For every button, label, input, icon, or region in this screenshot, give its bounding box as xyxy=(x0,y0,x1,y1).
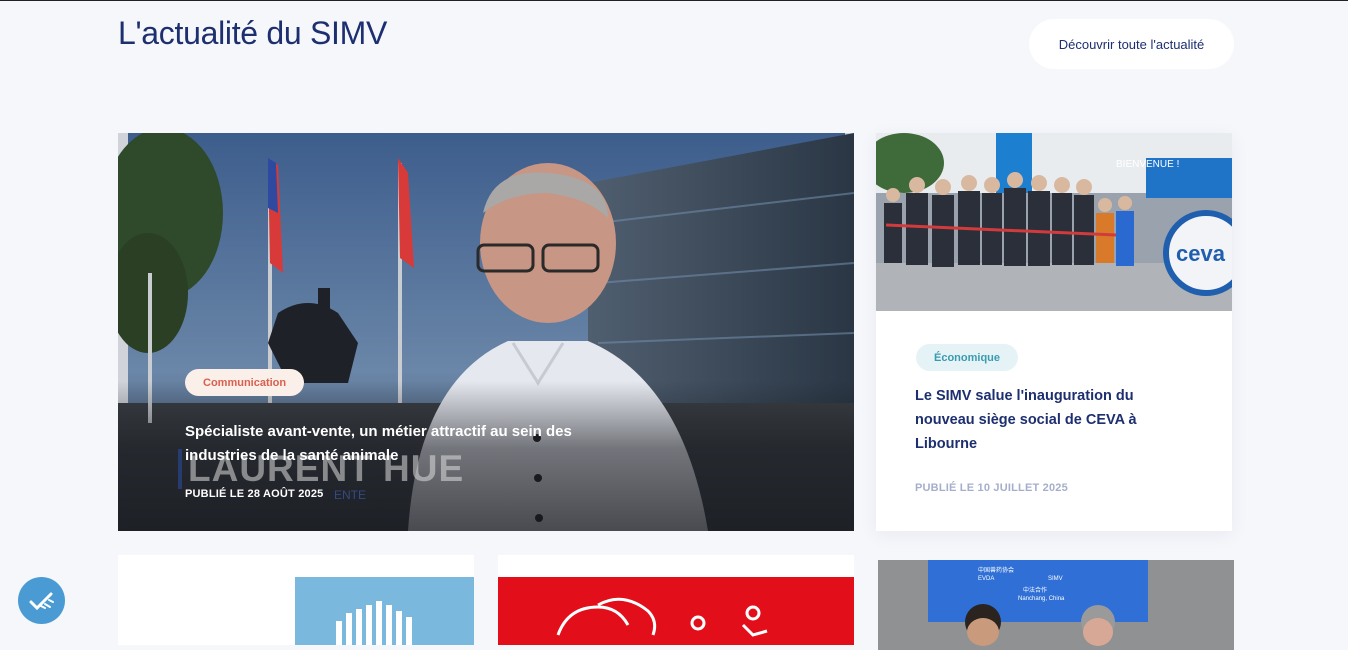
screen-line: EVDA xyxy=(978,576,994,582)
screen-line: Nanchang, China xyxy=(1018,596,1065,602)
photo-ceva-logo: ceva xyxy=(1176,241,1226,266)
article-card-bottom-3[interactable]: 中国兽药协会 EVDA SIMV 中法合作 Nanchang, China xyxy=(878,560,1234,650)
article-image xyxy=(118,555,474,645)
featured-article-title[interactable]: Spécialiste avant-vente, un métier attra… xyxy=(185,420,645,468)
screen-line: 中国兽药协会 xyxy=(978,566,1014,574)
category-badge[interactable]: Économique xyxy=(916,344,1019,371)
article-date: PUBLIÉ LE 10 JUILLET 2025 xyxy=(915,482,1068,494)
article-card-bottom-2[interactable] xyxy=(498,555,854,645)
article-image: 中国兽药协会 EVDA SIMV 中法合作 Nanchang, China xyxy=(878,560,1234,650)
article-title[interactable]: Le SIMV salue l'inauguration du nouveau … xyxy=(915,384,1185,456)
featured-article-card[interactable]: LAURENT HUE ENTE Communication Spécialis… xyxy=(118,133,854,531)
article-image: BIENVENUE ! ceva xyxy=(876,133,1232,311)
section-title: L'actualité du SIMV xyxy=(118,15,388,51)
article-card[interactable]: BIENVENUE ! ceva Économique Le SIMV salu… xyxy=(876,133,1232,531)
article-image xyxy=(498,555,854,645)
photo-welcome-sign: BIENVENUE ! xyxy=(1116,159,1179,170)
article-card-bottom-1[interactable] xyxy=(118,555,474,645)
discover-all-news-button[interactable]: Découvrir toute l'actualité xyxy=(1029,19,1234,69)
accessibility-check-icon xyxy=(29,592,54,610)
screen-line: 中法合作 xyxy=(1023,586,1047,594)
accessibility-button[interactable] xyxy=(18,577,65,624)
featured-article-date: PUBLIÉ LE 28 AOÛT 2025 xyxy=(185,488,324,500)
category-badge[interactable]: Communication xyxy=(185,369,305,396)
screen-line: SIMV xyxy=(1048,576,1063,582)
video-caption-subtitle: ENTE xyxy=(334,488,367,502)
